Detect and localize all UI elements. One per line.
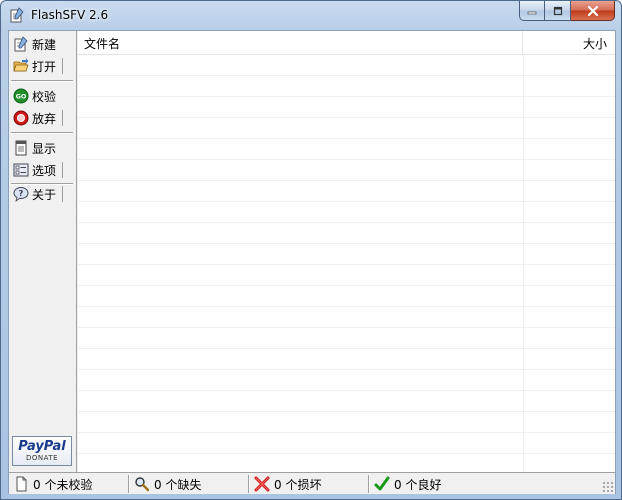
minimize-button[interactable] bbox=[519, 1, 545, 21]
column-header-size[interactable]: 大小 bbox=[523, 31, 615, 55]
svg-text:?: ? bbox=[19, 189, 24, 198]
options-button[interactable]: 选项 bbox=[11, 160, 63, 180]
toolbar-divider bbox=[62, 110, 63, 126]
column-header-filename[interactable]: 文件名 bbox=[78, 31, 523, 55]
status-bar: 0 个未校验 0 个缺失 0 个损坏 0 个良好 bbox=[9, 472, 615, 494]
window-controls bbox=[519, 1, 615, 21]
stop-icon bbox=[13, 110, 29, 126]
svg-text:GO: GO bbox=[16, 93, 27, 101]
status-unverified-text: 0 个未校验 bbox=[33, 477, 93, 492]
close-button[interactable] bbox=[571, 1, 615, 21]
new-button[interactable]: 新建 bbox=[11, 34, 63, 54]
toolbar-divider bbox=[62, 186, 63, 202]
column-header-size-label: 大小 bbox=[582, 36, 607, 51]
status-unverified: 0 个未校验 bbox=[9, 474, 92, 494]
status-damaged-text: 0 个损坏 bbox=[274, 477, 322, 492]
red-x-icon bbox=[254, 476, 270, 492]
status-missing: 0 个缺失 bbox=[130, 474, 201, 494]
open-button[interactable]: 打开 bbox=[11, 56, 63, 76]
status-good: 0 个良好 bbox=[370, 474, 441, 494]
maximize-button[interactable] bbox=[545, 1, 571, 21]
notepad-icon bbox=[10, 7, 24, 23]
display-button-label: 显示 bbox=[32, 141, 57, 156]
resize-grip[interactable] bbox=[602, 481, 614, 493]
paypal-logo: PayPal bbox=[18, 438, 66, 454]
toolbar-separator bbox=[11, 80, 73, 82]
column-header-filename-label: 文件名 bbox=[84, 36, 121, 51]
file-list[interactable]: 文件名 大小 bbox=[78, 31, 615, 472]
new-sfv-icon bbox=[14, 36, 28, 52]
options-button-label: 选项 bbox=[32, 163, 57, 178]
document-icon bbox=[15, 140, 27, 156]
abort-button-label: 放弃 bbox=[32, 111, 57, 126]
toolbar-divider bbox=[62, 162, 63, 178]
about-button[interactable]: ? 关于 bbox=[11, 184, 63, 204]
unverified-page-icon bbox=[16, 476, 27, 492]
close-icon bbox=[587, 5, 598, 16]
verify-button-label: 校验 bbox=[32, 89, 57, 104]
paypal-donate-button[interactable]: PayPal DONATE bbox=[12, 436, 72, 466]
about-button-label: 关于 bbox=[32, 187, 57, 202]
client-area: 新建 打开 GO 校验 放弃 显示 选项 ? 关于 PayPal DONATE … bbox=[8, 30, 616, 494]
toolbar-separator bbox=[11, 132, 73, 134]
status-damaged: 0 个损坏 bbox=[250, 474, 321, 494]
help-balloon-icon: ? bbox=[13, 187, 29, 202]
go-icon: GO bbox=[13, 88, 29, 104]
open-folder-icon bbox=[13, 58, 29, 72]
options-icon bbox=[13, 163, 29, 177]
list-rows-area[interactable] bbox=[78, 55, 615, 472]
new-button-label: 新建 bbox=[32, 37, 57, 52]
abort-button[interactable]: 放弃 bbox=[11, 108, 63, 128]
window-title: FlashSFV 2.6 bbox=[31, 8, 109, 22]
maximize-icon bbox=[553, 6, 562, 15]
donate-caption: DONATE bbox=[25, 453, 59, 462]
open-button-label: 打开 bbox=[32, 59, 57, 74]
side-toolbar: 新建 打开 GO 校验 放弃 显示 选项 ? 关于 PayPal DONATE bbox=[9, 31, 77, 472]
status-missing-text: 0 个缺失 bbox=[154, 477, 202, 492]
green-check-icon bbox=[374, 476, 390, 491]
list-header: 文件名 大小 bbox=[78, 31, 615, 55]
verify-button[interactable]: GO 校验 bbox=[11, 86, 63, 106]
toolbar-divider bbox=[62, 58, 63, 74]
magnifier-icon bbox=[135, 477, 150, 492]
app-window: FlashSFV 2.6 新建 打开 GO 校验 放弃 显示 选项 ? 关于 P… bbox=[0, 0, 622, 500]
minimize-icon bbox=[527, 11, 537, 14]
status-good-text: 0 个良好 bbox=[394, 477, 442, 492]
column-divider bbox=[523, 55, 524, 472]
display-button[interactable]: 显示 bbox=[11, 138, 63, 158]
